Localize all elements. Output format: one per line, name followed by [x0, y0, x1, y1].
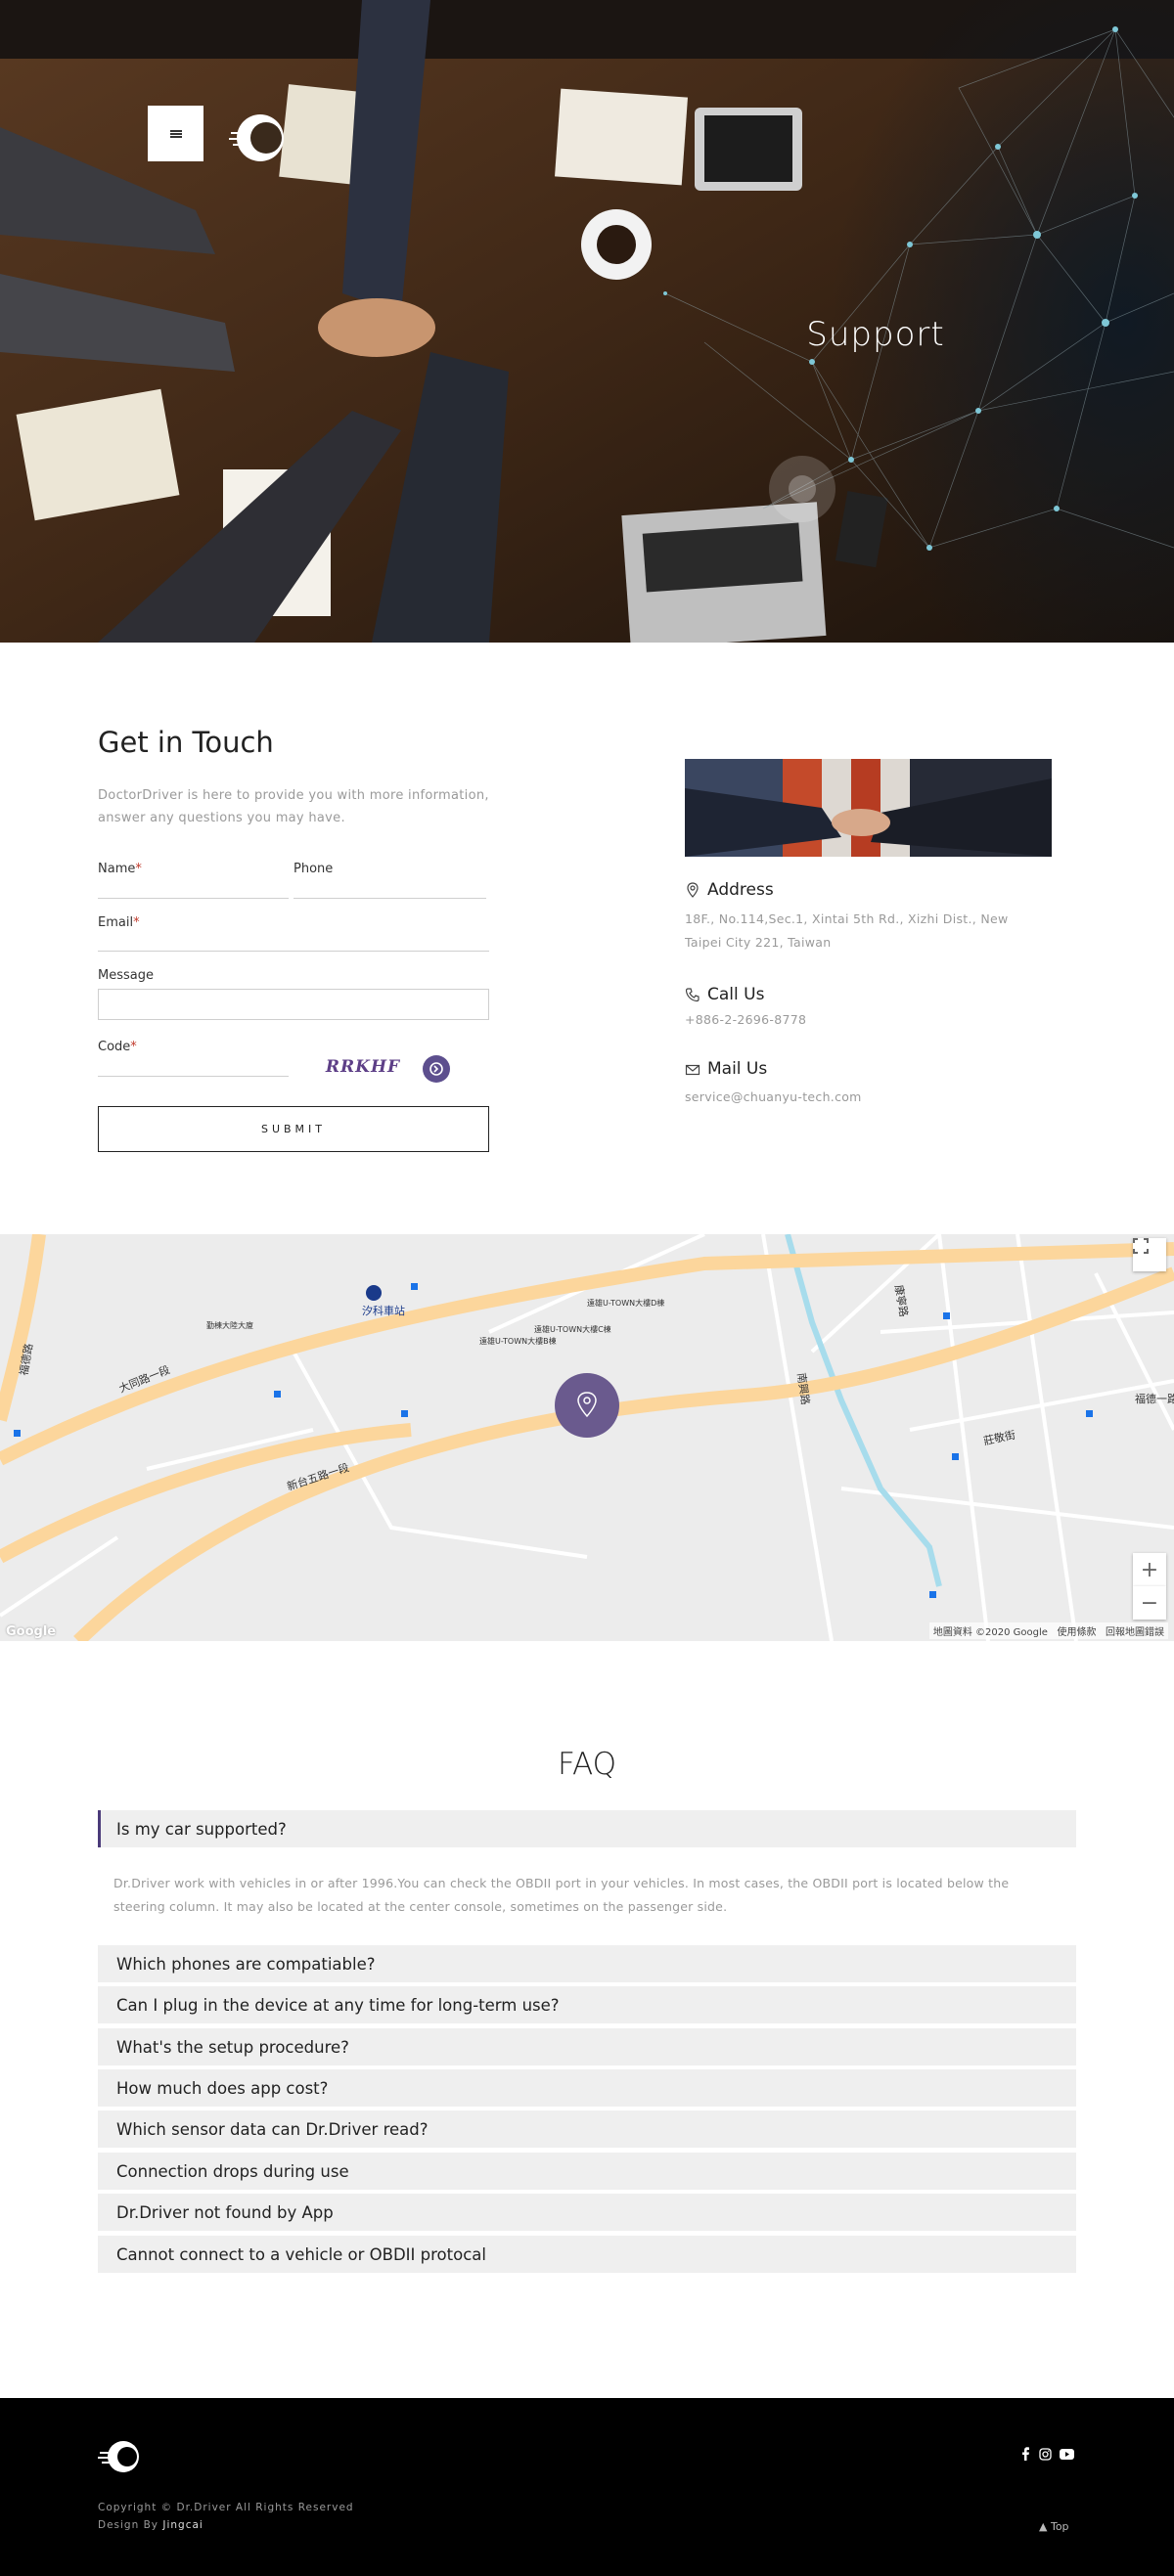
zoom-out-button[interactable]: − — [1133, 1586, 1166, 1620]
faq-item[interactable]: Dr.Driver not found by App — [98, 2194, 1076, 2231]
contact-form-title: Get in Touch — [98, 726, 274, 759]
email-field[interactable] — [98, 951, 489, 952]
phone-number[interactable]: +886-2-2696-8778 — [685, 1008, 806, 1032]
phone-label: Phone — [294, 862, 334, 876]
map-label: 福德一路 — [1135, 1393, 1174, 1405]
map-terms-link[interactable]: 使用條款 — [1057, 1627, 1096, 1638]
caret-up-icon: ▲ — [1039, 2520, 1048, 2533]
phone-icon — [685, 988, 700, 1002]
mail-icon — [685, 1064, 700, 1076]
refresh-icon — [429, 1062, 443, 1076]
fullscreen-button[interactable] — [1133, 1238, 1166, 1271]
captcha-refresh-button[interactable] — [423, 1055, 450, 1083]
faq-item[interactable]: Which phones are compatiable? — [98, 1945, 1076, 1982]
hero-banner: Support — [0, 0, 1174, 643]
faq-title: FAQ — [557, 1747, 617, 1782]
back-to-top-link[interactable]: ▲ Top — [1039, 2520, 1069, 2533]
dr-driver-logo[interactable] — [227, 110, 292, 166]
page-title: Support — [806, 315, 945, 354]
faq-item[interactable]: Connection drops during use — [98, 2153, 1076, 2190]
instagram-icon[interactable] — [1037, 2446, 1053, 2462]
google-logo[interactable]: Google — [6, 1624, 56, 1639]
faq-item[interactable]: Can I plug in the device at any time for… — [98, 1986, 1076, 2023]
map-label: 遠雄U-TOWN大樓C棟 — [534, 1325, 611, 1334]
facebook-icon[interactable] — [1017, 2446, 1033, 2462]
map-label: 汐科車站 — [362, 1305, 405, 1317]
design-credit: Design By Jingcai — [98, 2519, 203, 2531]
map-label: 遠雄U-TOWN大樓D棟 — [587, 1299, 665, 1308]
faq-answer: Dr.Driver work with vehicles in or after… — [113, 1876, 1010, 1914]
message-field[interactable] — [98, 989, 489, 1020]
email-label: Email* — [98, 915, 140, 930]
faq-item[interactable]: Cannot connect to a vehicle or OBDII pro… — [98, 2236, 1076, 2273]
name-label: Name* — [98, 862, 142, 876]
map[interactable]: 汐科車站 勤棟大陸大廈 遠雄U-TOWN大樓D棟 遠雄U-TOWN大樓C棟 遠雄… — [0, 1234, 1174, 1641]
copyright-text: Copyright © Dr.Driver All Rights Reserve… — [98, 2502, 354, 2513]
name-field[interactable] — [98, 898, 289, 899]
faq-item[interactable]: How much does app cost? — [98, 2069, 1076, 2107]
map-report-link[interactable]: 回報地圖錯誤 — [1106, 1627, 1164, 1638]
address-title: Address — [707, 880, 774, 900]
captcha-image: RRKHF — [325, 1057, 401, 1077]
contact-form-description: DoctorDriver is here to provide you with… — [98, 788, 489, 825]
code-field[interactable] — [98, 1076, 289, 1077]
menu-button[interactable] — [148, 106, 203, 161]
handshake-image — [685, 759, 1052, 857]
fullscreen-icon — [1133, 1238, 1149, 1254]
map-label: 遠雄U-TOWN大樓B棟 — [479, 1337, 557, 1346]
call-us-title: Call Us — [707, 985, 765, 1004]
email-address[interactable]: service@chuanyu-tech.com — [685, 1086, 862, 1109]
faq-item[interactable]: Which sensor data can Dr.Driver read? — [98, 2110, 1076, 2148]
phone-field[interactable] — [294, 898, 486, 899]
copyright: Copyright © Dr.Driver All Rights Reserve… — [98, 2499, 354, 2534]
code-label: Code* — [98, 1040, 137, 1054]
zoom-in-button[interactable]: + — [1133, 1553, 1166, 1586]
hero-background-image — [0, 0, 1174, 643]
address-text: 18F., No.114,Sec.1, Xintai 5th Rd., Xizh… — [685, 911, 1009, 950]
designer-link[interactable]: Jingcai — [162, 2519, 203, 2531]
map-label: 勤棟大陸大廈 — [206, 1321, 253, 1330]
submit-button[interactable]: SUBMIT — [98, 1106, 489, 1152]
footer-logo[interactable] — [98, 2437, 141, 2476]
faq-item-open[interactable]: Is my car supported? — [98, 1810, 1076, 1847]
footer — [0, 2398, 1174, 2576]
map-data-credit: 地圖資料 ©2020 Google — [932, 1627, 1048, 1638]
mail-us-title: Mail Us — [707, 1059, 768, 1079]
map-attribution: 地圖資料 ©2020 Google 使用條款 回報地圖錯誤 — [928, 1622, 1168, 1639]
youtube-icon[interactable] — [1059, 2446, 1074, 2462]
faq-item[interactable]: What's the setup procedure? — [98, 2028, 1076, 2065]
hamburger-icon — [169, 129, 182, 138]
message-label: Message — [98, 968, 154, 983]
location-pin-icon — [687, 882, 699, 898]
